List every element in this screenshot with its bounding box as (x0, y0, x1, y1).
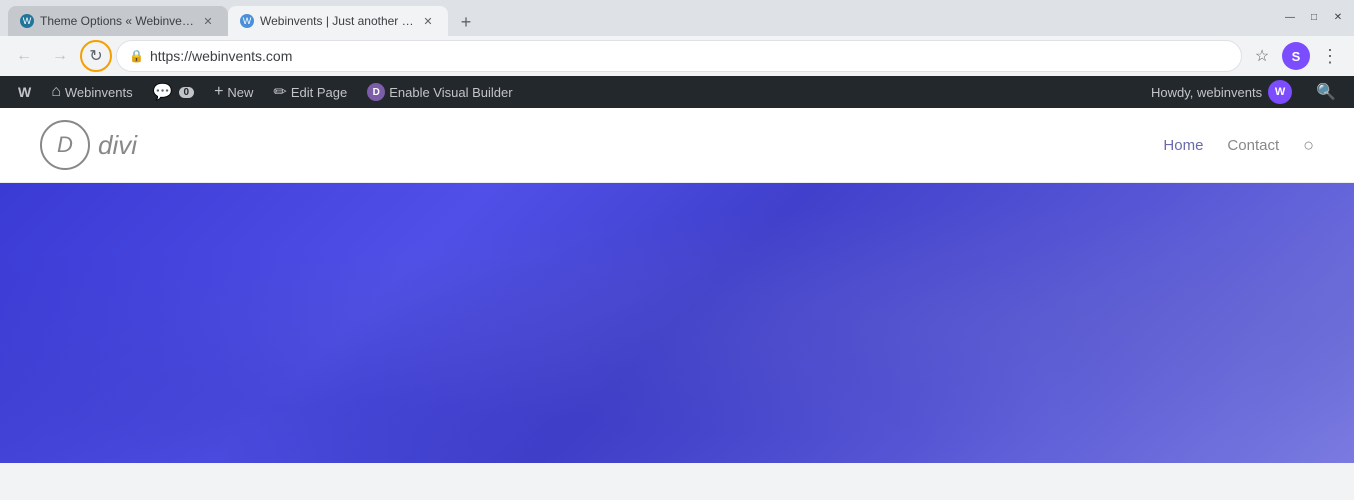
howdy-text: Howdy, webinvents (1151, 85, 1262, 100)
minimize-button[interactable]: — (1282, 9, 1298, 25)
hero-overlay (0, 183, 1354, 463)
tab-favicon-2: W (240, 14, 254, 28)
site-nav: Home Contact ○ (1163, 135, 1314, 156)
profile-button[interactable]: S (1282, 42, 1310, 70)
wp-logo-icon: W (18, 84, 31, 100)
wp-edit-page-item[interactable]: ✏ Edit Page (263, 76, 357, 108)
url-text: https://webinvents.com (150, 48, 1229, 64)
site-logo: D divi (40, 120, 137, 170)
address-bar: ← → ↻ 🔒 https://webinvents.com ☆ S ⋮ (0, 36, 1354, 76)
howdy-section[interactable]: Howdy, webinvents W (1141, 80, 1302, 104)
wp-new-item[interactable]: + New (204, 76, 263, 108)
divi-icon: D (367, 83, 385, 101)
logo-text: divi (98, 130, 137, 161)
new-tab-button[interactable]: + (452, 8, 480, 36)
logo-circle: D (40, 120, 90, 170)
tab-2[interactable]: W Webinvents | Just another Word… ✕ (228, 6, 448, 36)
window-controls: — □ ✕ (1282, 9, 1346, 31)
title-bar: W Theme Options « Webinvents — ✕ W Webin… (0, 0, 1354, 36)
tab-close-2[interactable]: ✕ (420, 13, 436, 29)
new-icon: + (214, 83, 223, 101)
reload-button[interactable]: ↻ (80, 40, 112, 72)
wp-admin-bar-items: W ⌂ Webinvents 💬 0 + New (8, 76, 1141, 108)
tab-favicon-1: W (20, 14, 34, 28)
nav-link-home[interactable]: Home (1163, 137, 1203, 154)
url-bar[interactable]: 🔒 https://webinvents.com (116, 40, 1242, 72)
lock-icon: 🔒 (129, 49, 144, 63)
logo-letter: D (57, 132, 73, 158)
tab-1[interactable]: W Theme Options « Webinvents — ✕ (8, 6, 228, 36)
wp-site-name-item[interactable]: ⌂ Webinvents (41, 76, 142, 108)
site-header: D divi Home Contact ○ (0, 108, 1354, 183)
hero-section (0, 183, 1354, 463)
wp-bar-right: Howdy, webinvents W 🔍 (1141, 80, 1346, 104)
maximize-button[interactable]: □ (1306, 9, 1322, 25)
wp-new-label: New (227, 85, 253, 100)
back-button[interactable]: ← (8, 40, 40, 72)
edit-icon: ✏ (273, 82, 286, 102)
wp-edit-page-label: Edit Page (291, 85, 347, 100)
close-button[interactable]: ✕ (1330, 9, 1346, 25)
comment-count: 0 (179, 87, 195, 98)
tabs-container: W Theme Options « Webinvents — ✕ W Webin… (8, 4, 1282, 36)
nav-link-contact[interactable]: Contact (1227, 137, 1279, 154)
wp-admin-bar: W ⌂ Webinvents 💬 0 + New (0, 76, 1354, 108)
wp-comments-item[interactable]: 💬 0 (143, 76, 204, 108)
toolbar-right: ☆ S ⋮ (1246, 40, 1346, 72)
browser-window: W Theme Options « Webinvents — ✕ W Webin… (0, 0, 1354, 463)
tab-title-1: Theme Options « Webinvents — (40, 14, 194, 28)
user-avatar: W (1268, 80, 1292, 104)
nav-search-icon[interactable]: ○ (1303, 135, 1314, 156)
wp-site-name-label: Webinvents (65, 85, 133, 100)
tab-title-2: Webinvents | Just another Word… (260, 14, 414, 28)
forward-button[interactable]: → (44, 40, 76, 72)
tab-close-1[interactable]: ✕ (200, 13, 216, 29)
bookmark-button[interactable]: ☆ (1246, 40, 1278, 72)
wp-search-button[interactable]: 🔍 (1306, 82, 1346, 102)
wp-logo-item[interactable]: W (8, 76, 41, 108)
comments-icon: 💬 (153, 82, 173, 102)
wp-divi-label: Enable Visual Builder (389, 85, 512, 100)
site-icon: ⌂ (51, 83, 61, 101)
wp-divi-item[interactable]: D Enable Visual Builder (357, 76, 522, 108)
more-options-button[interactable]: ⋮ (1314, 40, 1346, 72)
website-content: W ⌂ Webinvents 💬 0 + New (0, 76, 1354, 463)
